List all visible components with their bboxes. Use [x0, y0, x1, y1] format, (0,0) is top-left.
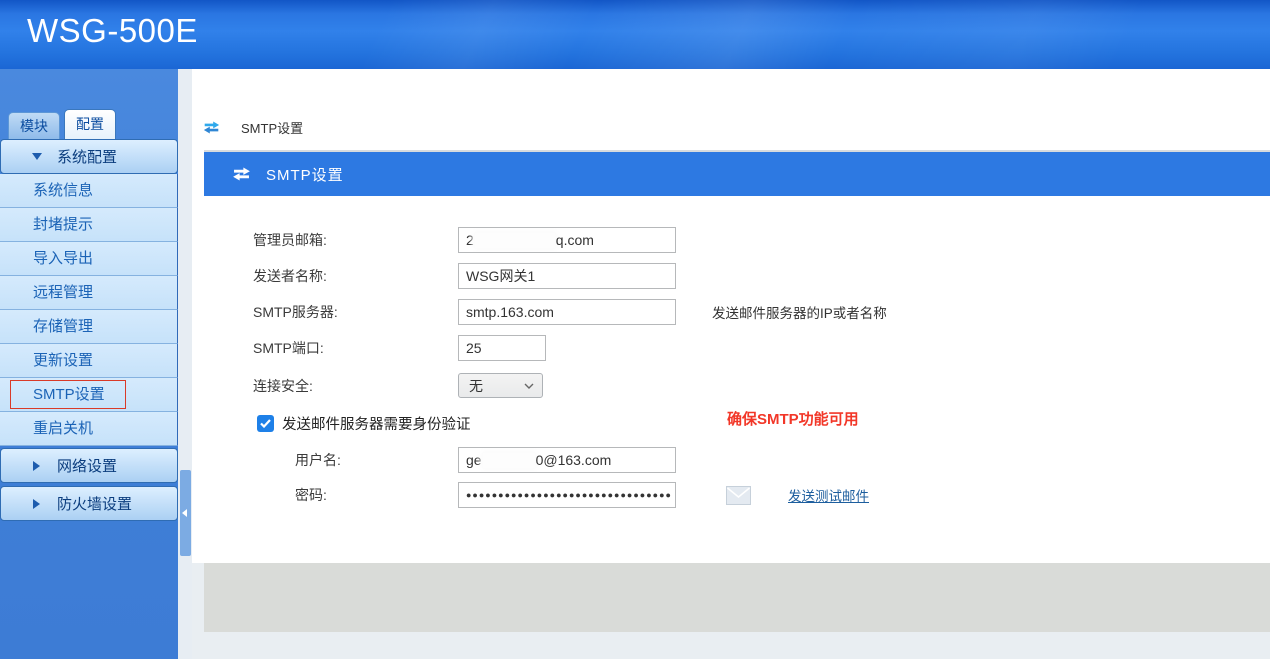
- app-title: WSG-500E: [27, 12, 198, 50]
- sidebar-item-remote-mgmt[interactable]: 远程管理: [0, 276, 178, 310]
- row-sender-name: 发送者名称:: [253, 263, 676, 289]
- smtp-server-hint: 发送邮件服务器的IP或者名称: [712, 302, 887, 322]
- auth-checkbox-label: 发送邮件服务器需要身份验证: [282, 413, 471, 434]
- username-label: 用户名:: [253, 450, 458, 470]
- row-auth-checkbox: 发送邮件服务器需要身份验证: [257, 413, 471, 434]
- value-prefix: 2: [466, 232, 474, 248]
- sidebar-tabs: 模块 配置: [8, 109, 116, 139]
- smtp-port-input[interactable]: [458, 335, 546, 361]
- send-test-mail-link[interactable]: 发送测试邮件: [788, 485, 869, 505]
- value-suffix: q.com: [556, 232, 594, 248]
- collapse-left-icon: [182, 509, 187, 517]
- auth-checkbox[interactable]: [257, 415, 274, 432]
- smtp-server-input[interactable]: [458, 299, 676, 325]
- app-window: WSG-500E 模块 配置 系统配置 系统信息 封堵提示 导入导出 远程管理 …: [0, 0, 1270, 659]
- row-smtp-server: SMTP服务器: 发送邮件服务器的IP或者名称: [253, 299, 887, 325]
- envelope-icon: [726, 486, 751, 505]
- sidebar-item-import-export[interactable]: 导入导出: [0, 242, 178, 276]
- redaction-blur: [475, 233, 555, 248]
- redaction-blur: [483, 453, 535, 468]
- tab-config[interactable]: 配置: [64, 109, 116, 139]
- section-label: 系统配置: [57, 146, 117, 167]
- username-input[interactable]: ge 0@163.com: [458, 447, 676, 473]
- row-password: 密码: ●●●●●●●●●●●●●●●●●●●●●●●●●●●●●●●● 发送测…: [253, 482, 869, 508]
- smtp-note: 确保SMTP功能可用: [727, 408, 859, 429]
- sidebar-section-firewall-settings[interactable]: 防火墙设置: [0, 486, 178, 521]
- sidebar-section-system-config[interactable]: 系统配置: [0, 139, 178, 174]
- security-select[interactable]: 无: [458, 373, 543, 398]
- breadcrumb: SMTP设置: [203, 118, 303, 137]
- top-banner: WSG-500E: [0, 0, 1270, 69]
- sidebar-item-system-info[interactable]: 系统信息: [0, 174, 178, 208]
- section-label: 防火墙设置: [57, 493, 132, 514]
- password-label: 密码:: [253, 485, 458, 505]
- sidebar-divider: [178, 69, 192, 659]
- password-input[interactable]: ●●●●●●●●●●●●●●●●●●●●●●●●●●●●●●●●: [458, 482, 676, 508]
- row-admin-email: 管理员邮箱: 2 q.com: [253, 227, 676, 253]
- admin-email-input[interactable]: 2 q.com: [458, 227, 676, 253]
- sidebar-menu: 系统配置 系统信息 封堵提示 导入导出 远程管理 存储管理 更新设置 SMTP设…: [0, 139, 178, 521]
- panel-title: SMTP设置: [266, 164, 344, 185]
- swap-arrows-icon: [232, 167, 251, 181]
- swap-arrows-icon: [203, 121, 220, 134]
- row-smtp-port: SMTP端口:: [253, 335, 546, 361]
- sender-name-label: 发送者名称:: [253, 266, 458, 286]
- check-icon: [260, 419, 271, 428]
- value-suffix: 0@163.com: [536, 452, 612, 468]
- security-label: 连接安全:: [253, 376, 458, 396]
- selected-option: 无: [469, 376, 483, 396]
- main-content: SMTP设置 SMTP设置 管理员邮箱: 2: [192, 69, 1270, 659]
- content-sheet: SMTP设置 SMTP设置 管理员邮箱: 2: [192, 69, 1270, 563]
- smtp-server-label: SMTP服务器:: [253, 302, 458, 322]
- value-prefix: ge: [466, 452, 482, 468]
- sidebar-item-reboot-shutdown[interactable]: 重启关机: [0, 412, 178, 446]
- sidebar: 模块 配置 系统配置 系统信息 封堵提示 导入导出 远程管理 存储管理 更新设置…: [0, 69, 178, 659]
- tab-modules[interactable]: 模块: [8, 112, 60, 139]
- sender-name-input[interactable]: [458, 263, 676, 289]
- row-username: 用户名: ge 0@163.com: [253, 447, 676, 473]
- smtp-panel: SMTP设置 管理员邮箱: 2 q.com 发送者名称:: [204, 150, 1270, 563]
- panel-footer-bar: [204, 563, 1270, 632]
- sidebar-item-storage-mgmt[interactable]: 存储管理: [0, 310, 178, 344]
- sidebar-item-label: SMTP设置: [33, 386, 105, 403]
- sidebar-section-network-settings[interactable]: 网络设置: [0, 448, 178, 483]
- row-security: 连接安全: 无: [253, 373, 543, 398]
- smtp-form: 管理员邮箱: 2 q.com 发送者名称: SMTP服务器:: [204, 196, 1270, 563]
- breadcrumb-title: SMTP设置: [241, 118, 303, 137]
- panel-header: SMTP设置: [204, 152, 1270, 196]
- section-label: 网络设置: [57, 455, 117, 476]
- triangle-down-icon: [32, 153, 42, 160]
- sidebar-collapse-handle[interactable]: [180, 470, 191, 556]
- sidebar-item-smtp-settings[interactable]: SMTP设置: [0, 378, 178, 412]
- sidebar-item-update-settings[interactable]: 更新设置: [0, 344, 178, 378]
- triangle-right-icon: [33, 499, 40, 509]
- triangle-right-icon: [33, 461, 40, 471]
- chevron-down-icon: [524, 383, 534, 389]
- admin-email-label: 管理员邮箱:: [253, 230, 458, 250]
- sidebar-item-block-notice[interactable]: 封堵提示: [0, 208, 178, 242]
- smtp-port-label: SMTP端口:: [253, 338, 458, 358]
